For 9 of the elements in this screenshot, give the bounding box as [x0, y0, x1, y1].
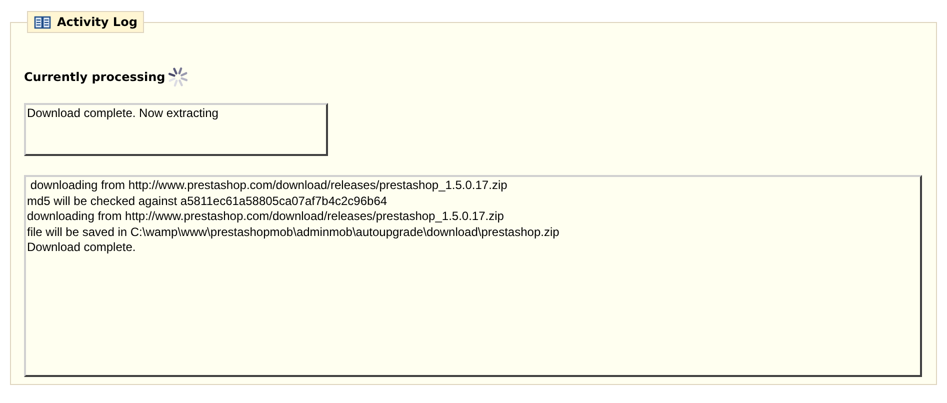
log-line: downloading from http://www.prestashop.com/download/releases/prestashop_1.5.0.17.zip	[29, 178, 508, 194]
book-icon	[34, 15, 51, 29]
log-line: Download complete.	[27, 240, 136, 256]
log-line: file will be saved in C:\wamp\www\prestashopmob\adminmob\autoupgrade\download\prestashop.zip	[27, 224, 560, 240]
log-line: md5 will be checked against a5811ec61a58805ca07af7b4c2c96b64	[27, 194, 388, 209]
status-text: Download complete. Now extracting	[27, 106, 218, 120]
log-line: downloading from http://www.prestashop.com/download/releases/prestashop_1.5.0.17.zip	[27, 209, 504, 224]
panel-title: Activity Log	[27, 11, 144, 33]
processing-label: Currently processing	[24, 69, 166, 86]
